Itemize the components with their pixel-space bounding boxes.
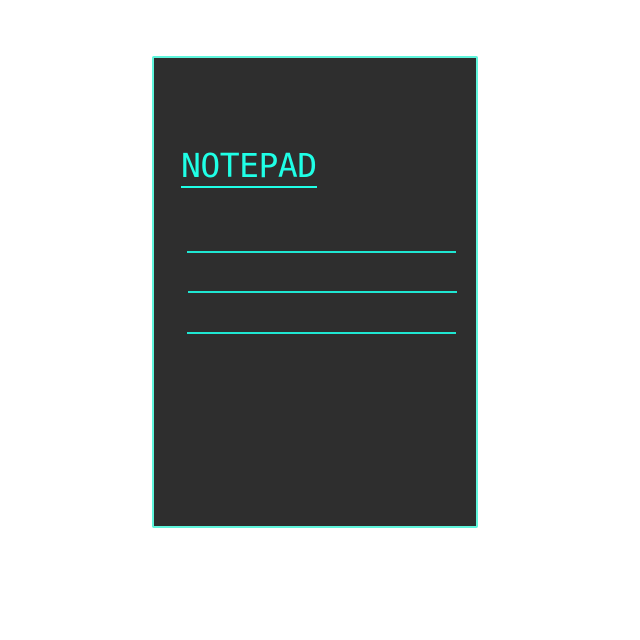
ruled-line-1 [187, 251, 456, 253]
canvas: NOTEPAD [0, 0, 640, 640]
ruled-line-2 [188, 291, 457, 293]
ruled-line-3 [187, 332, 456, 334]
notepad-title: NOTEPAD [181, 149, 317, 188]
notepad-card: NOTEPAD [152, 56, 478, 528]
